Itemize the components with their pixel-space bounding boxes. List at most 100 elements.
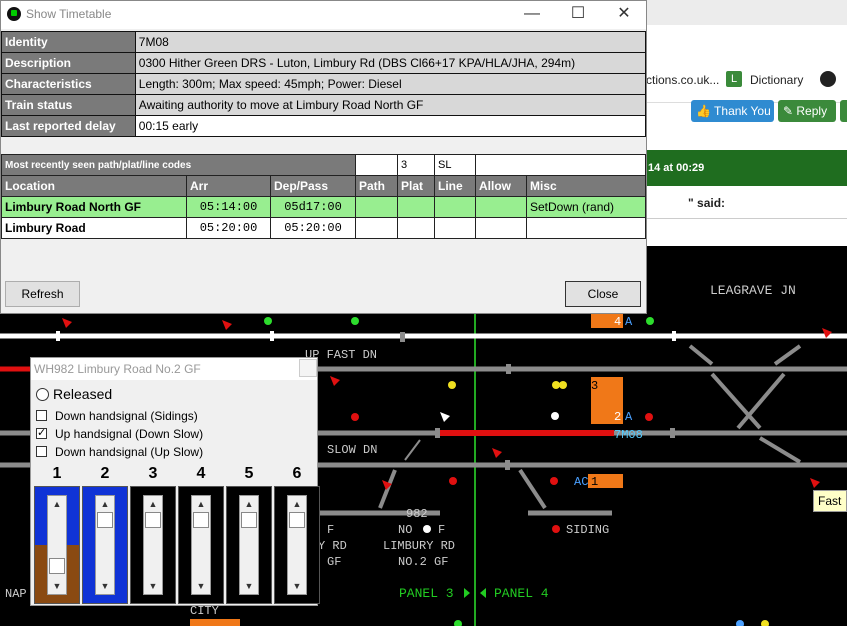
lever-scrollbar[interactable]: ▲ ▼	[143, 495, 163, 595]
lever-1[interactable]: 1 ▲ ▼	[33, 464, 81, 606]
chevron-up-icon[interactable]: ▲	[49, 497, 65, 511]
lever-5[interactable]: 5 ▲ ▼	[225, 464, 273, 606]
released-radio[interactable]: Released	[36, 386, 112, 402]
info-value: 00:15 early	[134, 115, 647, 137]
checkbox[interactable]	[36, 410, 47, 421]
released-label: Released	[53, 386, 113, 402]
crossover	[736, 372, 786, 430]
lever-handle[interactable]	[145, 512, 161, 528]
lever-scrollbar[interactable]: ▲ ▼	[95, 495, 115, 595]
panel-arrow-left	[480, 588, 486, 598]
bookmark-dictionary[interactable]: Dictionary	[750, 73, 803, 87]
lever-scrollbar[interactable]: ▲ ▼	[191, 495, 211, 595]
lever-body[interactable]: ▲ ▼	[178, 486, 224, 604]
dictionary-icon[interactable]: L	[726, 71, 742, 87]
lever-scrollbar[interactable]: ▲ ▼	[239, 495, 259, 595]
info-label: Description	[1, 52, 136, 74]
browser-tabstrip	[646, 0, 847, 25]
lever-body[interactable]: ▲ ▼	[226, 486, 272, 604]
chevron-down-icon[interactable]: ▼	[241, 579, 257, 593]
lever-handle[interactable]	[97, 512, 113, 528]
train-info-table: Identity 7M08 Description 0300 Hither Gree…	[1, 31, 647, 137]
show-timetable-window[interactable]: Show Timetable — ☐ ✕ Identity 7M08 Descri…	[0, 0, 647, 314]
handsignal-option[interactable]: Down handsignal (Sidings)	[36, 409, 198, 423]
label-nap: NAP	[5, 587, 27, 601]
chevron-down-icon[interactable]: ▼	[289, 579, 305, 593]
lever-body[interactable]: ▲ ▼	[130, 486, 176, 604]
refresh-button[interactable]: Refresh	[5, 281, 80, 307]
more-button[interactable]	[840, 100, 847, 122]
lever-handle[interactable]	[193, 512, 209, 528]
app-icon	[7, 7, 21, 21]
reply-button[interactable]: ✎ Reply	[778, 100, 836, 122]
lever-scrollbar[interactable]: ▲ ▼	[47, 495, 67, 595]
chevron-down-icon[interactable]: ▼	[97, 579, 113, 593]
handsignal-option[interactable]: Up handsignal (Down Slow)	[36, 426, 203, 441]
checkbox[interactable]	[36, 426, 47, 439]
col-header: Location	[1, 175, 187, 197]
signal-red-arm	[62, 318, 72, 328]
signal-green	[454, 620, 462, 626]
train-id-7M08: 7M08	[614, 428, 643, 442]
lever-3[interactable]: 3 ▲ ▼	[129, 464, 177, 606]
bookmark-site[interactable]: ctions.co.uk...	[646, 73, 719, 87]
bookmark-icon[interactable]	[820, 71, 836, 87]
info-value: 0300 Hither Green DRS - Luton, Limbury R…	[134, 52, 647, 74]
window-titlebar[interactable]: Show Timetable — ☐ ✕	[1, 1, 646, 29]
cell-plat	[397, 217, 435, 239]
lever-body[interactable]: ▲ ▼	[82, 486, 128, 604]
lever-scrollbar[interactable]: ▲ ▼	[287, 495, 307, 595]
label-slow-dn: SLOW DN	[327, 443, 377, 457]
chevron-up-icon[interactable]: ▲	[289, 497, 305, 511]
cell-path	[355, 217, 398, 239]
col-header: Line	[434, 175, 476, 197]
lever-handle[interactable]	[241, 512, 257, 528]
col-header: Path	[355, 175, 398, 197]
close-icon[interactable]: ✕	[601, 1, 647, 27]
maximize-icon[interactable]: ☐	[555, 1, 601, 27]
chevron-down-icon[interactable]: ▼	[49, 579, 65, 593]
bookmarks-bar: ctions.co.uk... L Dictionary	[646, 64, 847, 103]
handsignal-option[interactable]: Down handsignal (Up Slow)	[36, 445, 203, 459]
track-joint	[505, 460, 510, 470]
chevron-up-icon[interactable]: ▲	[97, 497, 113, 511]
lever-4[interactable]: 4 ▲ ▼	[177, 464, 225, 606]
chevron-up-icon[interactable]: ▲	[193, 497, 209, 511]
chevron-down-icon[interactable]: ▼	[193, 579, 209, 593]
lever-6[interactable]: 6 ▲ ▼	[273, 464, 321, 606]
lever-body[interactable]: ▲ ▼	[34, 486, 80, 604]
chevron-up-icon[interactable]: ▲	[241, 497, 257, 511]
track-joint	[506, 364, 511, 374]
info-row-delay: Last reported delay 00:15 early	[1, 115, 647, 137]
close-button[interactable]: Close	[565, 281, 641, 307]
table-row[interactable]: Limbury Road North GF 05:14:00 05d17:00 …	[1, 196, 646, 218]
lever-2[interactable]: 2 ▲ ▼	[81, 464, 129, 606]
code-plat: 3	[397, 154, 435, 176]
chevron-up-icon[interactable]: ▲	[145, 497, 161, 511]
lever-number: 1	[52, 465, 62, 482]
checkbox[interactable]	[36, 446, 47, 457]
berth-box	[190, 619, 240, 626]
minimize-icon[interactable]: —	[509, 1, 555, 27]
window-titlebar[interactable]: WH982 Limbury Road No.2 GF	[31, 358, 317, 380]
radio-icon[interactable]	[36, 388, 49, 401]
crossover	[710, 372, 762, 430]
label-siding: SIDING	[566, 523, 609, 537]
ground-frame-window[interactable]: WH982 Limbury Road No.2 GF Released Down…	[30, 357, 321, 606]
cell-arr: 05:14:00	[186, 196, 271, 218]
lever-body[interactable]: ▲ ▼	[274, 486, 320, 604]
signal-red	[351, 413, 359, 421]
thank-you-button[interactable]: 👍 Thank You	[691, 100, 774, 122]
close-icon[interactable]	[299, 359, 317, 377]
lever-handle[interactable]	[289, 512, 305, 528]
label-panel-4: PANEL 4	[494, 586, 549, 601]
info-value: 7M08	[134, 31, 647, 53]
signal-green	[351, 317, 359, 325]
label-limbury-rd: LIMBURY RD	[383, 539, 455, 553]
label-panel-3: PANEL 3	[399, 586, 454, 601]
lever-handle[interactable]	[49, 558, 65, 574]
lever-number: 3	[148, 465, 158, 482]
crossover	[758, 436, 802, 464]
table-row[interactable]: Limbury Road 05:20:00 05:20:00	[1, 217, 646, 239]
chevron-down-icon[interactable]: ▼	[145, 579, 161, 593]
